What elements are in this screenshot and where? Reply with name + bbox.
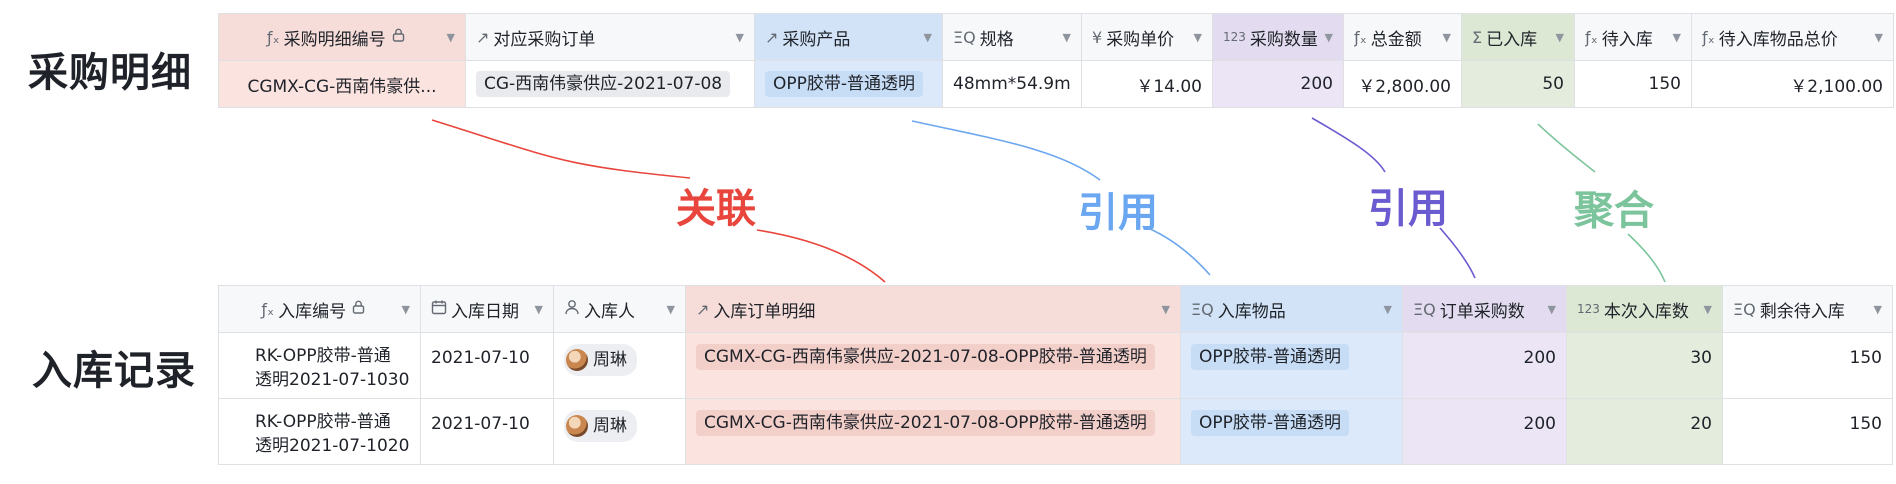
annotation-link: 关联 [676, 186, 756, 232]
annotation-reference-2: 引用 [1368, 186, 1448, 232]
annotation-reference-1: 引用 [1078, 190, 1158, 236]
annotation-lines [431, 117, 1666, 283]
ref1-connector-top [911, 120, 1101, 181]
agg-connector-top [1537, 123, 1596, 173]
annotation-aggregate: 聚合 [1574, 188, 1654, 234]
link-connector-top [431, 119, 691, 179]
ref2-connector-top [1311, 117, 1386, 173]
link-connector-bottom [756, 229, 886, 283]
agg-connector-bottom [1627, 233, 1666, 283]
ref2-connector-bottom [1439, 227, 1476, 279]
